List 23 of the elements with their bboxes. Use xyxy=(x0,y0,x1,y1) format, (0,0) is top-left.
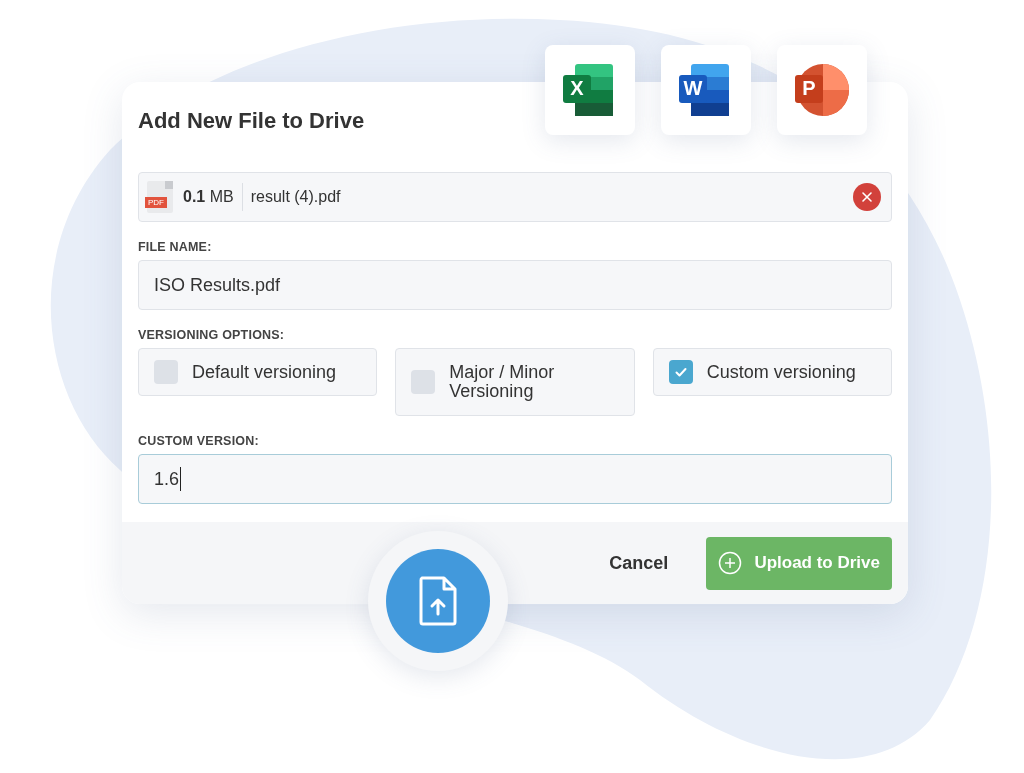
versioning-option[interactable]: Custom versioning xyxy=(652,348,892,396)
dialog-title: Add New File to Drive xyxy=(138,108,366,134)
field-label: CUSTOM VERSION: xyxy=(138,434,260,448)
checkbox[interactable] xyxy=(668,360,693,384)
checkbox[interactable] xyxy=(411,370,436,394)
attachment-file-name: result (4).pdf xyxy=(250,188,342,206)
cancel-button[interactable]: Cancel xyxy=(605,548,673,578)
file-size: 0.1 MB xyxy=(183,188,234,206)
remove-icon[interactable] xyxy=(853,183,881,211)
custom-version-field[interactable]: 1.6 xyxy=(138,454,892,504)
field-label: VERSIONING OPTIONS: xyxy=(138,328,286,342)
checkbox[interactable] xyxy=(154,360,178,384)
versioning-option[interactable]: Major / Minor Versioning xyxy=(395,348,635,416)
option-label: Major / Minor Versioning xyxy=(449,363,556,401)
option-label: Default versioning xyxy=(192,362,337,382)
option-label: Custom versioning xyxy=(706,362,856,382)
versioning-option[interactable]: Default versioning xyxy=(138,348,378,396)
upload-file-button[interactable] xyxy=(386,549,490,653)
pdf-file-icon: PDF xyxy=(147,181,173,213)
file-name-field[interactable]: ISO Results.pdf xyxy=(138,260,892,310)
file-upload-icon xyxy=(418,576,458,626)
plus-circle-icon xyxy=(718,551,743,575)
field-label: FILE NAME: xyxy=(138,240,213,254)
